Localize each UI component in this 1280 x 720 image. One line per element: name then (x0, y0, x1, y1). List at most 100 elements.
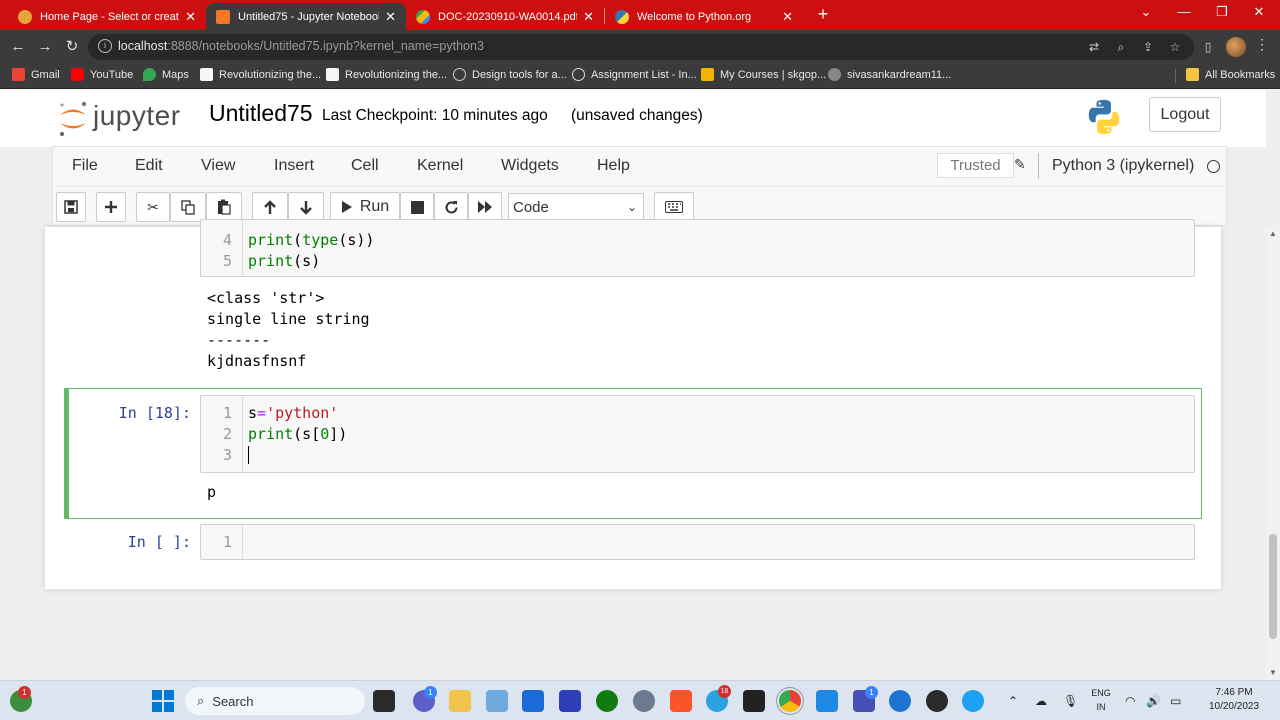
bookmark-github[interactable]: sivasankardream11... (828, 68, 951, 81)
logout-button[interactable]: Logout (1149, 97, 1221, 132)
url-bar[interactable]: i localhost:8888/notebooks/Untitled75.ip… (88, 34, 1194, 60)
close-tab-icon[interactable]: ✕ (385, 10, 396, 23)
bookmark-design-tools[interactable]: Design tools for a... (453, 68, 567, 81)
tab-jupyter-notebook[interactable]: Untitled75 - Jupyter Notebook ✕ (206, 3, 406, 30)
zoom-icon[interactable]: ⌕ (1113, 39, 1129, 55)
paste-button[interactable] (206, 192, 242, 222)
brave-icon[interactable] (670, 690, 692, 712)
drive-favicon-icon (416, 9, 430, 24)
wifi-icon[interactable]: ◠ (1125, 694, 1135, 708)
paint-app-icon[interactable] (962, 690, 984, 712)
settings-gear-icon[interactable] (633, 690, 655, 712)
restart-run-all-button[interactable] (468, 192, 502, 222)
taskbar-search[interactable]: ⌕ Search (185, 687, 365, 715)
notebook-title[interactable]: Untitled75 (209, 100, 313, 127)
input-language[interactable]: ENG IN (1090, 686, 1112, 714)
insert-cell-button[interactable] (96, 192, 126, 222)
mail-icon[interactable] (816, 690, 838, 712)
record-app-icon[interactable] (926, 690, 948, 712)
task-view-icon[interactable] (373, 690, 395, 712)
page-scrollbar[interactable]: ▲ ▼ (1266, 227, 1280, 680)
code-input-area[interactable]: 1 2 3 s='python' print(s[0]) (200, 395, 1195, 473)
url-text[interactable]: localhost:8888/notebooks/Untitled75.ipyn… (118, 39, 484, 53)
interrupt-button[interactable] (400, 192, 434, 222)
bookmark-youtube[interactable]: YouTube (71, 68, 133, 81)
xbox-icon[interactable] (596, 690, 618, 712)
menu-kernel[interactable]: Kernel (417, 157, 463, 175)
bookmark-label: YouTube (90, 68, 134, 81)
forward-button[interactable]: → (35, 37, 55, 57)
vscode-icon[interactable] (559, 690, 581, 712)
kernel-status-icon (1207, 160, 1220, 173)
jupyter-logo[interactable]: jupyter (57, 98, 192, 138)
menu-widgets[interactable]: Widgets (501, 157, 559, 175)
code-input-area[interactable]: 1 (200, 524, 1195, 560)
browser-menu-icon[interactable]: ⋮ (1255, 36, 1269, 53)
minimize-button[interactable]: — (1169, 4, 1199, 19)
move-down-button[interactable] (288, 192, 324, 222)
bookmark-label: All Bookmarks (1205, 68, 1276, 81)
cut-button[interactable]: ✂ (136, 192, 170, 222)
menu-cell[interactable]: Cell (351, 157, 379, 175)
close-tab-icon[interactable]: ✕ (185, 10, 196, 23)
scrollbar-thumb[interactable] (1269, 534, 1277, 639)
all-bookmarks-button[interactable]: All Bookmarks (1186, 68, 1275, 81)
save-button[interactable] (56, 192, 86, 222)
command-palette-button[interactable] (654, 192, 694, 222)
side-panel-icon[interactable]: ▯ (1200, 39, 1216, 55)
volume-icon[interactable]: 🔊 (1146, 694, 1161, 708)
cell-type-select[interactable]: Code ⌄ (508, 193, 644, 222)
cloud-icon[interactable]: ☁ (1035, 694, 1047, 708)
jupyter-logo-text: jupyter (93, 100, 181, 131)
photos-icon[interactable] (486, 690, 508, 712)
tab-search-icon[interactable]: ⌄ (1131, 4, 1161, 20)
trusted-indicator[interactable]: Trusted (937, 153, 1014, 178)
run-button[interactable]: Run (330, 192, 400, 222)
clock-app-icon[interactable] (889, 690, 911, 712)
terminal-icon[interactable] (743, 690, 765, 712)
close-tab-icon[interactable]: ✕ (583, 10, 594, 23)
system-clock[interactable]: 7:46 PM 10/20/2023 (1203, 686, 1265, 714)
tab-title: Untitled75 - Jupyter Notebook (238, 10, 380, 23)
close-tab-icon[interactable]: ✕ (782, 10, 793, 23)
share-icon[interactable]: ⇪ (1140, 39, 1156, 55)
chrome-icon[interactable] (779, 690, 801, 712)
profile-avatar[interactable] (1226, 37, 1246, 57)
menu-insert[interactable]: Insert (274, 157, 314, 175)
translate-icon[interactable]: ⇄ (1086, 39, 1102, 55)
bookmark-revolutionizing-1[interactable]: Revolutionizing the... (200, 68, 321, 81)
code-input-area[interactable]: 4 5 print(type(s)) print(s) (200, 219, 1195, 277)
tab-pdf-doc[interactable]: DOC-20230910-WA0014.pdf - G ✕ (406, 3, 604, 30)
bookmark-revolutionizing-2[interactable]: Revolutionizing the... (326, 68, 447, 81)
site-info-icon[interactable]: i (98, 39, 112, 53)
bookmark-label: sivasankardream11... (847, 68, 952, 81)
tab-home-page[interactable]: Home Page - Select or create a n ✕ (8, 3, 206, 30)
store-icon[interactable] (522, 690, 544, 712)
reload-button[interactable]: ↻ (62, 37, 82, 57)
scroll-up-icon[interactable]: ▲ (1269, 229, 1277, 238)
back-button[interactable]: ← (8, 37, 28, 57)
close-window-button[interactable]: ✕ (1244, 4, 1274, 20)
windows-start-icon[interactable] (152, 690, 174, 712)
bookmark-star-icon[interactable]: ☆ (1167, 39, 1183, 55)
menu-view[interactable]: View (201, 157, 235, 175)
menu-help[interactable]: Help (597, 157, 630, 175)
show-hidden-icons-icon[interactable]: ⌃ (1008, 694, 1018, 708)
microphone-icon[interactable]: 🎙 (1063, 694, 1078, 708)
bookmark-maps[interactable]: Maps (143, 68, 189, 81)
maximize-button[interactable]: ❐ (1207, 4, 1237, 20)
menu-edit[interactable]: Edit (135, 157, 163, 175)
menu-file[interactable]: File (72, 157, 98, 175)
bookmark-my-courses[interactable]: My Courses | skgop... (701, 68, 826, 81)
battery-icon[interactable]: ▭ (1170, 694, 1181, 708)
restart-button[interactable] (434, 192, 468, 222)
tab-python-org[interactable]: Welcome to Python.org ✕ (605, 3, 803, 30)
bookmark-gmail[interactable]: Gmail (12, 68, 60, 81)
bookmark-assignment-list[interactable]: Assignment List - In... (572, 68, 697, 81)
copy-button[interactable] (170, 192, 206, 222)
file-explorer-icon[interactable] (449, 690, 471, 712)
move-up-button[interactable] (252, 192, 288, 222)
kernel-name[interactable]: Python 3 (ipykernel) (1052, 157, 1194, 175)
new-tab-button[interactable]: + (813, 5, 833, 25)
scroll-down-icon[interactable]: ▼ (1269, 668, 1277, 677)
